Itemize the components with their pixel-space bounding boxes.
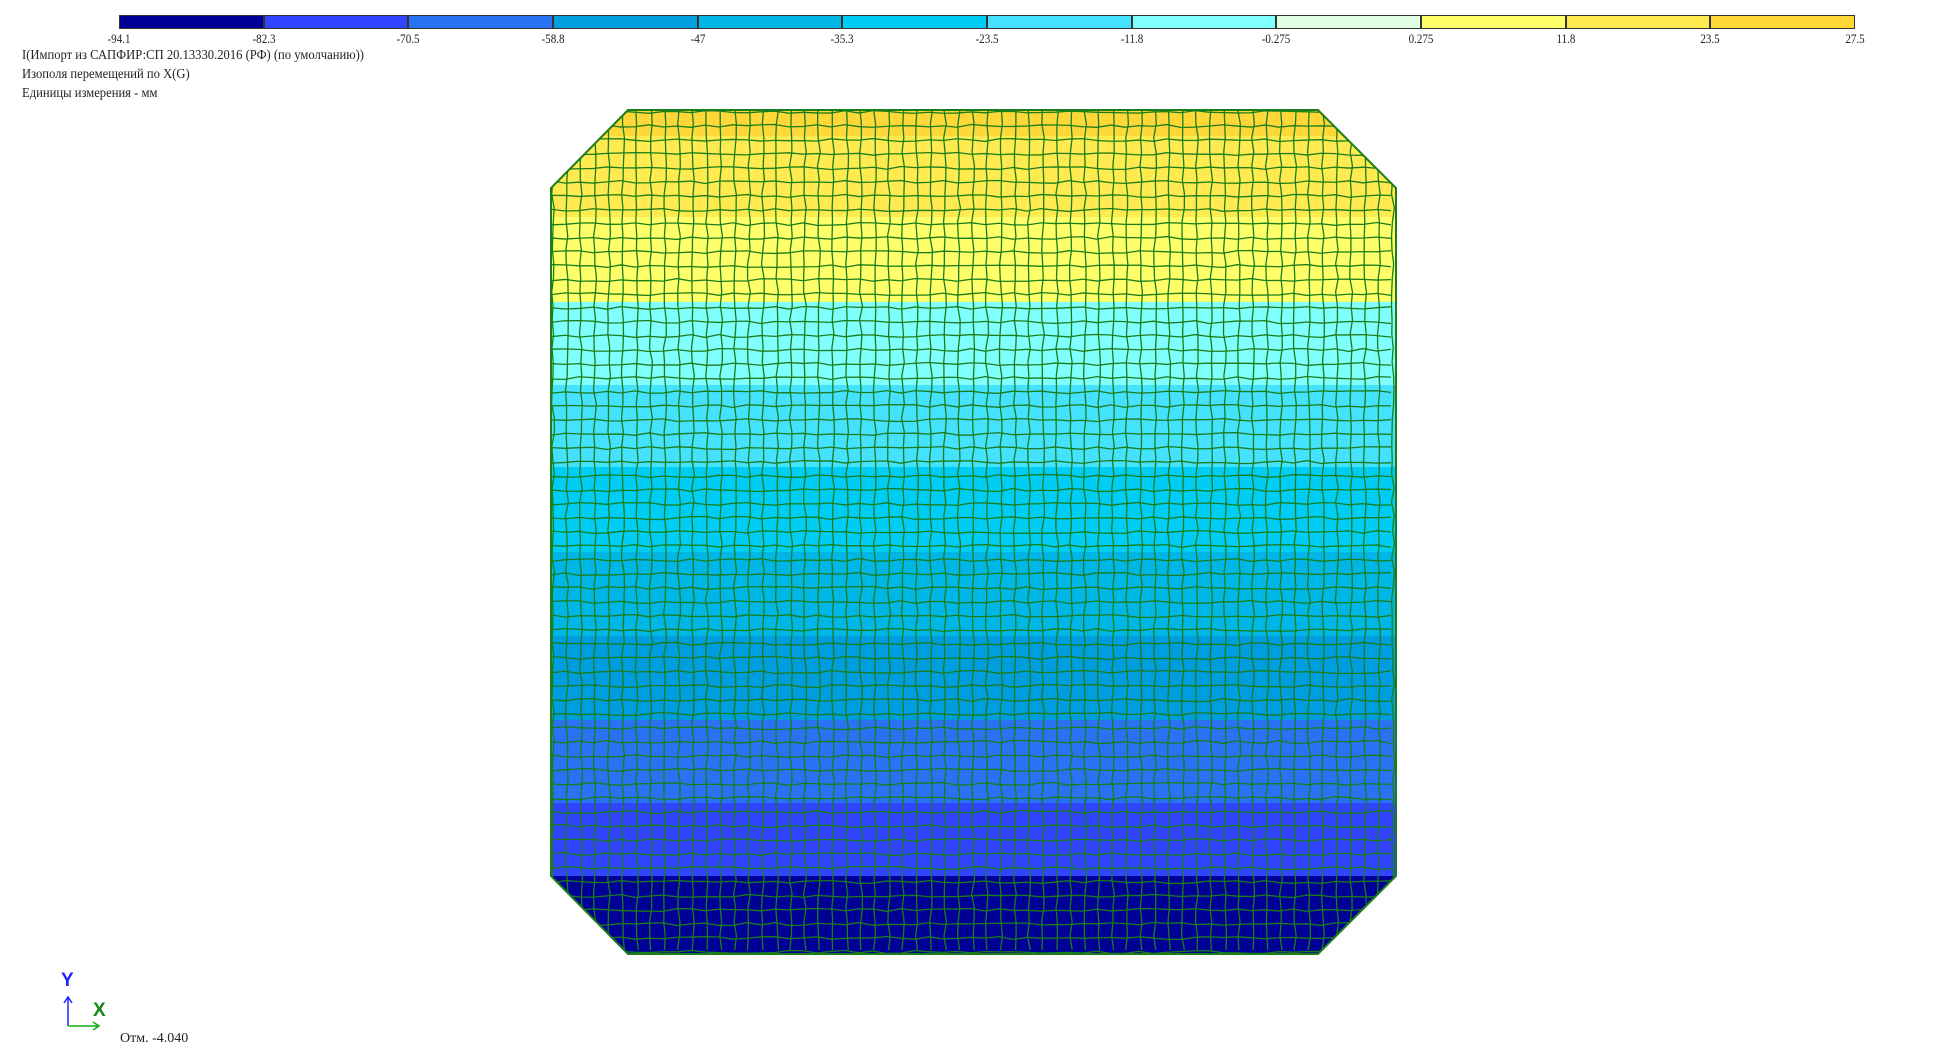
isofield-band <box>551 552 1396 637</box>
x-axis-label: X <box>93 1000 106 1021</box>
elevation-label: Отм. -4.040 <box>120 1031 189 1046</box>
fe-mesh-isofield[interactable] <box>0 0 1946 1062</box>
isofield-band <box>551 110 1396 137</box>
isofield-band <box>551 302 1396 386</box>
y-axis-label: Y <box>61 970 74 991</box>
isofield-band <box>551 385 1396 468</box>
isofield-band <box>551 467 1396 553</box>
isofield-band <box>551 217 1396 303</box>
isofield-band <box>551 876 1396 954</box>
